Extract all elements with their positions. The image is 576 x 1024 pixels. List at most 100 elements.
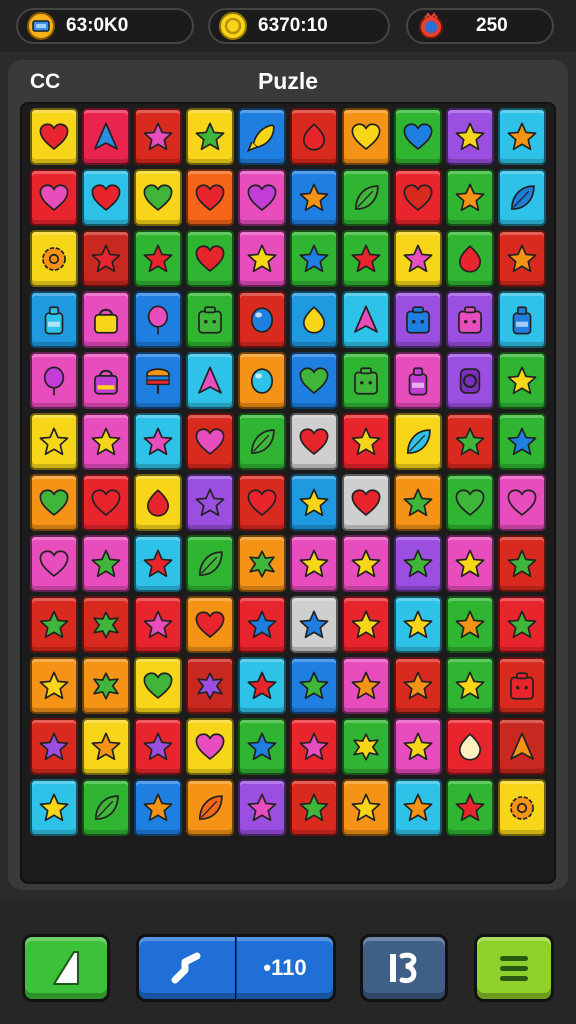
board-tile[interactable]	[446, 718, 494, 775]
board-tile[interactable]	[290, 596, 338, 653]
board-tile[interactable]	[30, 169, 78, 226]
board-tile[interactable]	[134, 657, 182, 714]
board-tile[interactable]	[290, 413, 338, 470]
board-tile[interactable]	[82, 169, 130, 226]
board-tile[interactable]	[134, 230, 182, 287]
board-tile[interactable]	[394, 657, 442, 714]
board-tile[interactable]	[446, 230, 494, 287]
board-tile[interactable]	[394, 230, 442, 287]
board-tile[interactable]	[238, 169, 286, 226]
board-tile[interactable]	[134, 169, 182, 226]
board-tile[interactable]	[186, 230, 234, 287]
shuffle-button[interactable]	[360, 934, 448, 1002]
board-tile[interactable]	[82, 352, 130, 409]
board-tile[interactable]	[186, 657, 234, 714]
board-tile[interactable]	[446, 535, 494, 592]
board-tile[interactable]	[30, 535, 78, 592]
board-tile[interactable]	[134, 779, 182, 836]
board-tile[interactable]	[134, 291, 182, 348]
hint-button[interactable]	[136, 934, 236, 1002]
board-tile[interactable]	[186, 352, 234, 409]
board-tile[interactable]	[446, 352, 494, 409]
board-tile[interactable]	[186, 779, 234, 836]
board-tile[interactable]	[394, 169, 442, 226]
board-tile[interactable]	[30, 413, 78, 470]
board-tile[interactable]	[30, 779, 78, 836]
board-tile[interactable]	[394, 779, 442, 836]
board-tile[interactable]	[186, 474, 234, 531]
board-tile[interactable]	[82, 718, 130, 775]
board-tile[interactable]	[394, 291, 442, 348]
board-tile[interactable]	[134, 108, 182, 165]
board-tile[interactable]	[290, 108, 338, 165]
board-tile[interactable]	[446, 657, 494, 714]
board-tile[interactable]	[134, 413, 182, 470]
board-tile[interactable]	[186, 718, 234, 775]
board-tile[interactable]	[342, 230, 390, 287]
board-tile[interactable]	[290, 779, 338, 836]
coin-counter[interactable]: 6370:10	[208, 8, 390, 44]
board-tile[interactable]	[498, 352, 546, 409]
board-tile[interactable]	[186, 169, 234, 226]
board-tile[interactable]	[446, 596, 494, 653]
board-tile[interactable]	[30, 291, 78, 348]
board-tile[interactable]	[30, 108, 78, 165]
board-tile[interactable]	[290, 291, 338, 348]
board-tile[interactable]	[238, 108, 286, 165]
board-tile[interactable]	[342, 535, 390, 592]
board-tile[interactable]	[186, 535, 234, 592]
board-tile[interactable]	[134, 535, 182, 592]
board-tile[interactable]	[82, 596, 130, 653]
board-tile[interactable]	[342, 169, 390, 226]
board-tile[interactable]	[30, 474, 78, 531]
board-tile[interactable]	[342, 108, 390, 165]
board-tile[interactable]	[82, 779, 130, 836]
board-tile[interactable]	[238, 474, 286, 531]
board-tile[interactable]	[238, 291, 286, 348]
board-tile[interactable]	[394, 108, 442, 165]
board-tile[interactable]	[82, 657, 130, 714]
board-tile[interactable]	[290, 718, 338, 775]
board-tile[interactable]	[82, 291, 130, 348]
board-tile[interactable]	[342, 657, 390, 714]
board-tile[interactable]	[30, 230, 78, 287]
board-tile[interactable]	[394, 535, 442, 592]
menu-button[interactable]	[474, 934, 554, 1002]
board-tile[interactable]	[134, 596, 182, 653]
board-tile[interactable]	[394, 474, 442, 531]
board-tile[interactable]	[30, 657, 78, 714]
board-tile[interactable]	[498, 657, 546, 714]
board-tile[interactable]	[238, 718, 286, 775]
board-tile[interactable]	[82, 413, 130, 470]
board-tile[interactable]	[394, 413, 442, 470]
board-tile[interactable]	[498, 291, 546, 348]
gem-counter[interactable]: 250	[406, 8, 554, 44]
board-tile[interactable]	[290, 474, 338, 531]
board-tile[interactable]	[30, 718, 78, 775]
board-tile[interactable]	[82, 535, 130, 592]
board-tile[interactable]	[498, 718, 546, 775]
board-tile[interactable]	[498, 596, 546, 653]
board-tile[interactable]	[134, 474, 182, 531]
board-tile[interactable]	[446, 779, 494, 836]
board-tile[interactable]	[342, 718, 390, 775]
board-tile[interactable]	[498, 169, 546, 226]
board-tile[interactable]	[446, 474, 494, 531]
board-tile[interactable]	[30, 352, 78, 409]
board-tile[interactable]	[342, 352, 390, 409]
board-tile[interactable]	[238, 779, 286, 836]
board-tile[interactable]	[186, 291, 234, 348]
board-tile[interactable]	[446, 291, 494, 348]
board-tile[interactable]	[290, 169, 338, 226]
board-tile[interactable]	[82, 230, 130, 287]
board-tile[interactable]	[238, 657, 286, 714]
board-tile[interactable]	[186, 413, 234, 470]
board-tile[interactable]	[446, 169, 494, 226]
board-tile[interactable]	[498, 413, 546, 470]
moves-count-button[interactable]: •110	[236, 934, 336, 1002]
board-tile[interactable]	[394, 352, 442, 409]
board-tile[interactable]	[394, 596, 442, 653]
board-tile[interactable]	[238, 230, 286, 287]
board-tile[interactable]	[342, 413, 390, 470]
board-tile[interactable]	[134, 718, 182, 775]
